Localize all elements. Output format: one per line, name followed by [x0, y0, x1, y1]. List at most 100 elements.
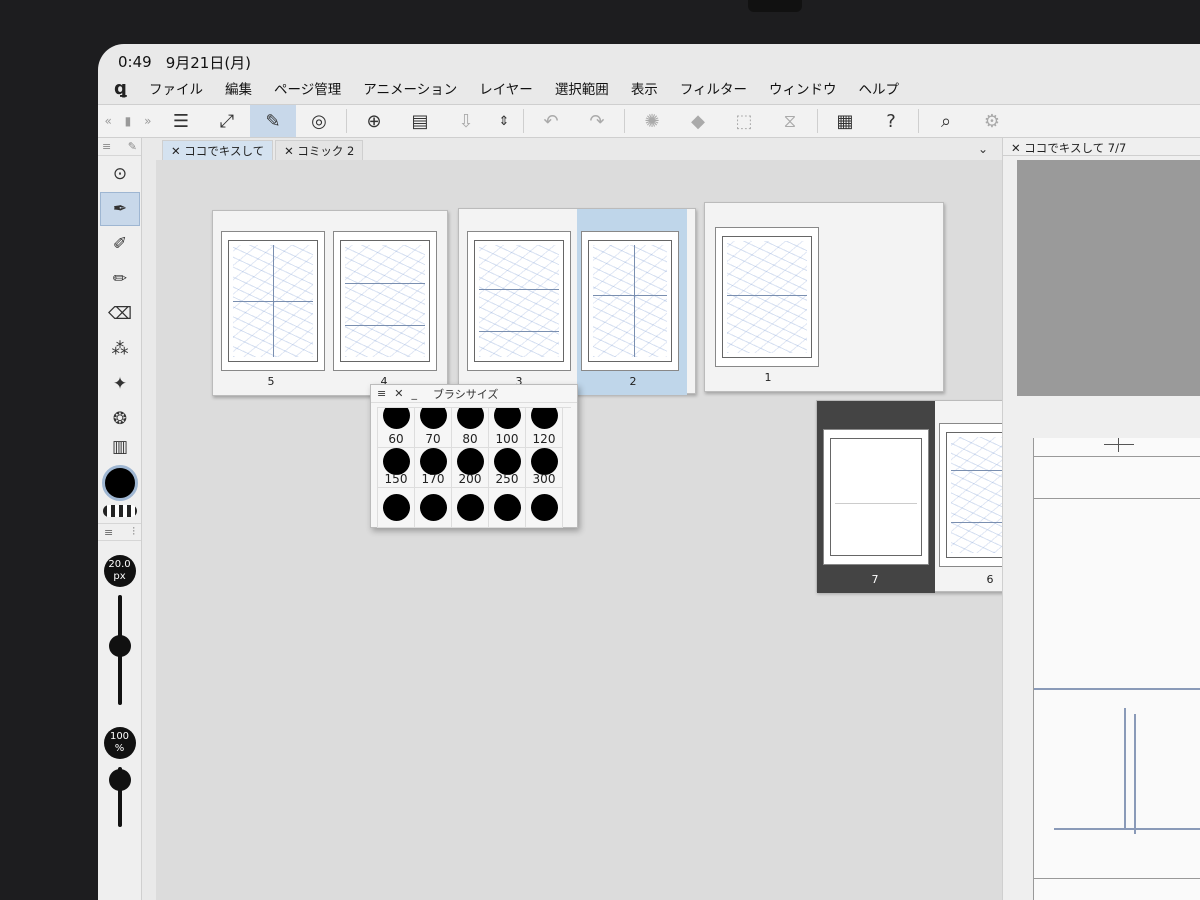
main-color-swatch[interactable]	[101, 465, 138, 501]
brush-size-option[interactable]	[489, 488, 526, 528]
hamburger-icon[interactable]: ≡	[102, 140, 111, 153]
save-icon[interactable]: ⇩	[443, 105, 489, 137]
menu-view[interactable]: 表示	[620, 78, 669, 98]
opacity-slider[interactable]	[108, 767, 131, 827]
brush-size-option[interactable]: 100	[489, 408, 526, 448]
current-page-canvas[interactable]	[1033, 438, 1200, 900]
menu-icon[interactable]: ☰	[158, 105, 204, 137]
panel-border	[479, 289, 559, 290]
menu-page-management[interactable]: ページ管理	[263, 78, 352, 98]
blend-icon[interactable]: ❂	[100, 402, 140, 436]
brush-size-option[interactable]: 120	[526, 408, 563, 448]
menu-selection[interactable]: 選択範囲	[544, 78, 620, 98]
undo-icon[interactable]: ↶	[528, 105, 574, 137]
pen-icon[interactable]: ✒	[100, 192, 140, 226]
page-thumbnail-3[interactable]	[467, 231, 571, 371]
collapse-left-icon[interactable]: «	[104, 114, 111, 128]
brush-size-option[interactable]: 200	[452, 448, 489, 488]
page-thumbnail-2[interactable]	[581, 231, 679, 371]
brush-dot-icon	[531, 494, 558, 521]
brush-size-slider-knob[interactable]	[108, 635, 131, 657]
sketch-lines	[479, 245, 559, 357]
close-icon[interactable]: ✕	[394, 387, 403, 400]
menu-animation[interactable]: アニメーション	[352, 78, 468, 98]
brush-size-label: 170	[421, 472, 445, 486]
spread-page-1[interactable]: 1	[704, 202, 944, 392]
close-icon[interactable]: ✕	[1011, 141, 1024, 155]
menu-window[interactable]: ウィンドウ	[758, 78, 848, 98]
panel-collapse-controls[interactable]: « ▮ »	[98, 105, 158, 137]
expand-right-icon[interactable]: »	[144, 114, 151, 128]
brush-size-palette-title: ブラシサイズ	[432, 387, 499, 401]
transparent-color-icon[interactable]	[102, 505, 137, 517]
download-icon[interactable]: ⊙	[100, 157, 140, 191]
brush-icon[interactable]: ✐	[100, 227, 140, 261]
settings-icon[interactable]: ⚙	[969, 105, 1015, 137]
brush-size-option[interactable]: 170	[415, 448, 452, 488]
up-down-chevron-icon[interactable]: ⇕	[489, 105, 519, 137]
minimize-icon[interactable]: _	[411, 387, 417, 400]
flip-icon[interactable]: ⧖	[767, 105, 813, 137]
help-icon[interactable]: ?	[868, 105, 914, 137]
clip-icon[interactable]: ◎	[296, 105, 342, 137]
chevron-down-icon[interactable]: ⌄	[978, 142, 988, 156]
page-thumbnail-1[interactable]	[715, 227, 819, 367]
menu-filter[interactable]: フィルター	[669, 78, 758, 98]
brush-size-option[interactable]: 60	[378, 408, 415, 448]
sliders-icon[interactable]: ⫶	[132, 525, 135, 539]
brush-size-option[interactable]: 80	[452, 408, 489, 448]
brush-size-slider[interactable]	[108, 595, 131, 705]
brush-size-label: 70	[425, 432, 441, 446]
brush-dot-icon	[383, 494, 410, 521]
brush-size-option[interactable]: 300	[526, 448, 563, 488]
page-thumbnail-7[interactable]	[823, 429, 929, 565]
brush-size-option[interactable]	[378, 488, 415, 528]
sketch-lines	[345, 245, 425, 357]
opacity-badge[interactable]: 100 %	[103, 727, 136, 759]
brush-size-option[interactable]	[452, 488, 489, 528]
close-icon[interactable]: ✕	[284, 144, 297, 158]
airbrush-icon[interactable]: ⁂	[100, 332, 140, 366]
brush-dot-icon	[457, 448, 484, 475]
spread-pages-3-2[interactable]: 3 2	[458, 208, 696, 395]
brush-size-badge[interactable]: 20.0 px	[103, 555, 136, 587]
eraser-icon[interactable]: ⌫	[100, 297, 140, 331]
opacity-slider-knob[interactable]	[108, 769, 131, 791]
transform-icon[interactable]: ⬚	[721, 105, 767, 137]
marker-icon[interactable]: ✏	[100, 262, 140, 296]
menu-help[interactable]: ヘルプ	[848, 78, 911, 98]
menu-layer[interactable]: レイヤー	[468, 78, 544, 98]
brush-size-option[interactable]: 70	[415, 408, 452, 448]
spread-pages-5-4[interactable]: 5 4	[212, 210, 448, 396]
brush-size-option[interactable]	[415, 488, 452, 528]
page-thumbnail-5[interactable]	[221, 231, 325, 371]
page-frame	[588, 240, 672, 362]
loading-icon[interactable]: ✺	[629, 105, 675, 137]
brush-size-label: 250	[495, 472, 519, 486]
hamburger-icon[interactable]: ≡	[377, 387, 386, 400]
fill-icon[interactable]: ◆	[675, 105, 721, 137]
close-icon[interactable]: ✕	[171, 144, 184, 158]
fill-bucket-icon[interactable]: ▥	[100, 437, 140, 457]
new-page-icon[interactable]: ⊕	[351, 105, 397, 137]
panel-border	[634, 245, 636, 357]
open-folder-icon[interactable]: ▤	[397, 105, 443, 137]
app-logo-icon[interactable]: ꝗ	[98, 78, 138, 99]
opacity-value: 100	[109, 731, 130, 742]
navigator-preview[interactable]	[1017, 160, 1200, 396]
redo-icon[interactable]: ↷	[574, 105, 620, 137]
fit-icon[interactable]: ⤢	[204, 105, 250, 137]
menu-edit[interactable]: 編集	[214, 78, 263, 98]
brush-size-option[interactable]	[526, 488, 563, 528]
sparkle-icon[interactable]: ✦	[100, 367, 140, 401]
brush-size-option[interactable]: 250	[489, 448, 526, 488]
edit-icon[interactable]: ✎	[250, 105, 296, 137]
tab-koko-de-kiss-shite[interactable]: ✕ ココでキスして	[162, 140, 274, 160]
tab-comic-2[interactable]: ✕ コミック 2	[275, 140, 364, 160]
menu-file[interactable]: ファイル	[138, 78, 214, 98]
search-icon[interactable]: ⌕	[923, 105, 969, 137]
device-icon[interactable]: ▦	[822, 105, 868, 137]
hamburger-icon[interactable]: ≡	[104, 526, 113, 539]
brush-size-option[interactable]: 150	[378, 448, 415, 488]
page-thumbnail-4[interactable]	[333, 231, 437, 371]
